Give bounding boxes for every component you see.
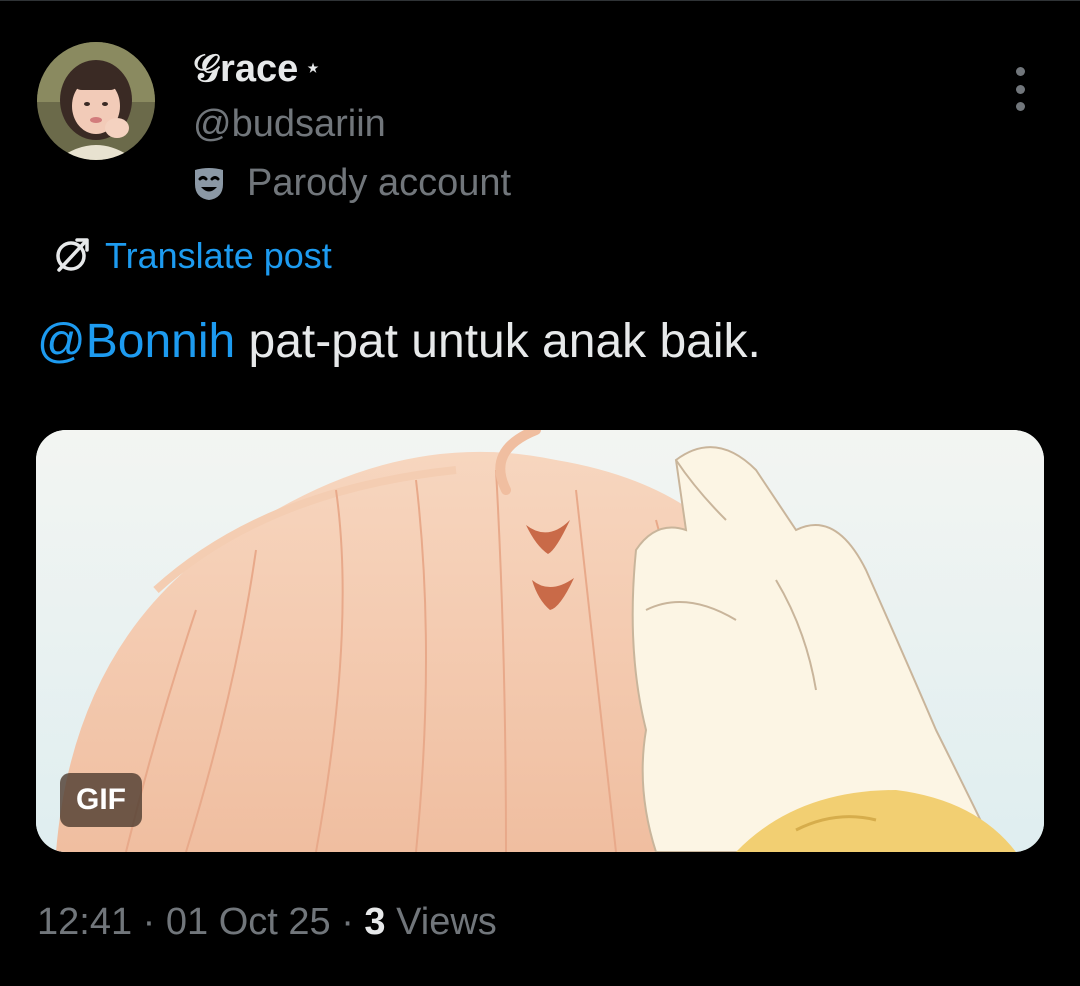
meta-separator: · [132, 901, 166, 943]
avatar-image [37, 42, 155, 160]
views-count[interactable]: 3 [364, 901, 385, 943]
theater-mask-icon [191, 165, 227, 201]
globe-icon [49, 234, 93, 278]
user-handle[interactable]: @budsariin [193, 99, 386, 149]
more-options-button[interactable] [1000, 67, 1040, 111]
more-dot [1015, 102, 1025, 111]
parody-account-text: Parody account [247, 162, 512, 204]
avatar[interactable] [37, 42, 155, 160]
star-icon: ⋆ [304, 52, 322, 83]
gif-illustration [36, 430, 1044, 852]
post-meta: 12:41 · 01 Oct 25 · 3 Views [37, 894, 497, 950]
more-dot [1015, 84, 1025, 94]
parody-account-label: Parody account [191, 158, 511, 208]
more-dot [1015, 67, 1025, 76]
post-body-text: pat-pat untuk anak baik. [235, 315, 761, 368]
views-label[interactable]: Views [386, 901, 497, 943]
mention-link[interactable]: @Bonnih [37, 315, 235, 368]
gif-media[interactable] [36, 430, 1044, 852]
post-text: @Bonnih pat-pat untuk anak baik. [37, 311, 761, 373]
post-detail: 𝒢race ⋆ @budsariin Parody account Transl… [0, 0, 1080, 986]
translate-post-button[interactable]: Translate post [49, 231, 332, 281]
post-time[interactable]: 12:41 [37, 901, 132, 943]
display-name[interactable]: 𝒢race ⋆ [193, 43, 322, 94]
post-date[interactable]: 01 Oct 25 [166, 901, 331, 943]
meta-separator: · [330, 901, 365, 943]
display-name-text: 𝒢race [193, 48, 299, 90]
gif-badge: GIF [60, 773, 142, 827]
translate-post-label: Translate post [105, 235, 332, 276]
